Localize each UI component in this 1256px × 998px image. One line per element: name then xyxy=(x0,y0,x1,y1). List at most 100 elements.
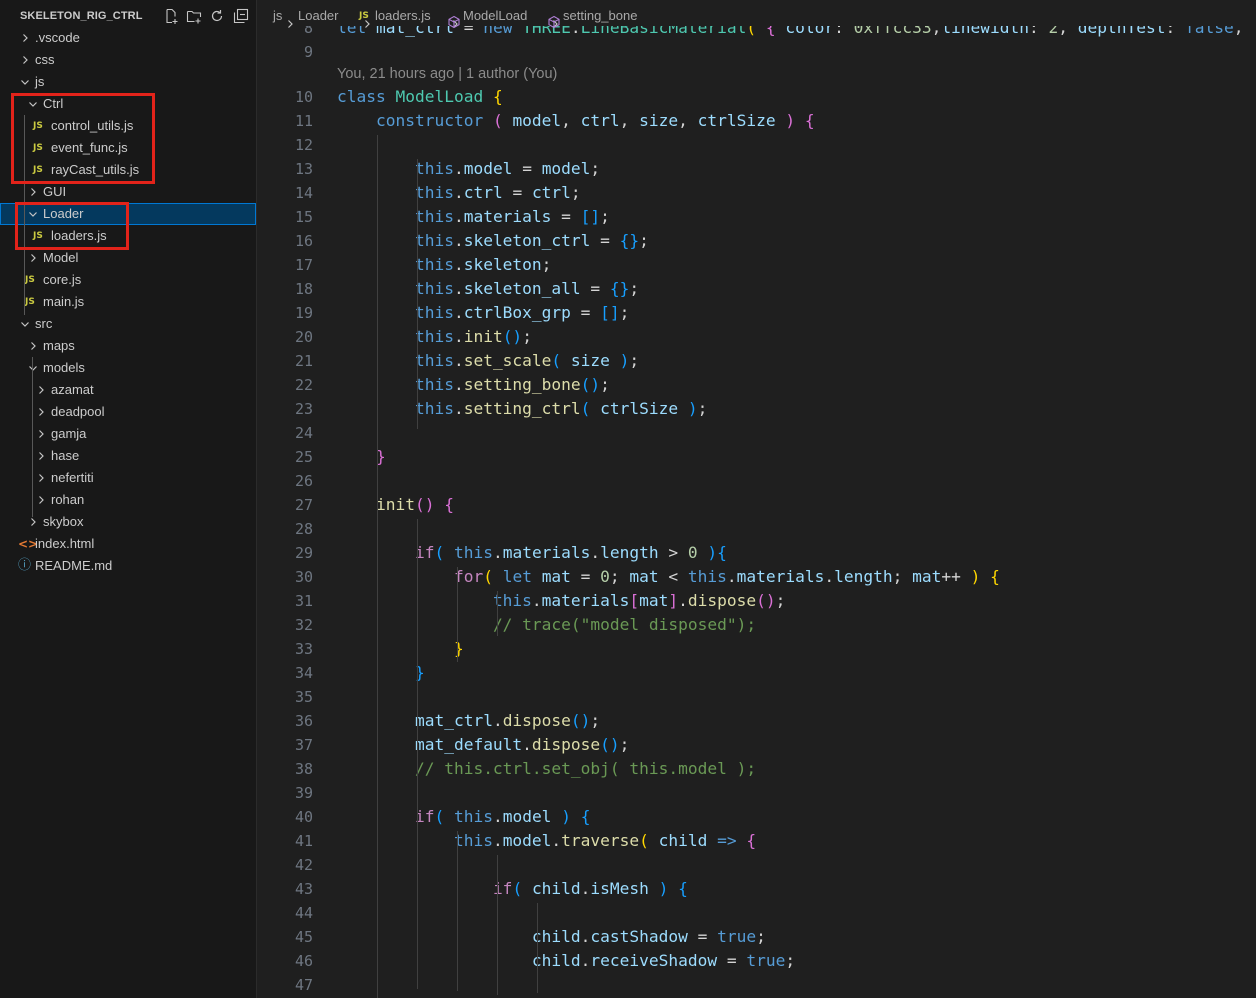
tree-item-skybox[interactable]: skybox xyxy=(0,511,256,533)
code-line[interactable]: mat_default.dispose(); xyxy=(337,735,629,754)
code-line[interactable]: if( this.materials.length > 0 ){ xyxy=(337,543,727,562)
code-line[interactable]: } xyxy=(337,639,464,658)
code-line[interactable]: this.skeleton; xyxy=(337,255,551,274)
tree-item-azamat[interactable]: azamat xyxy=(0,379,256,401)
chevron-right-icon[interactable] xyxy=(18,49,32,71)
line-number: 16 xyxy=(294,232,313,250)
tree-item-src[interactable]: src xyxy=(0,313,256,335)
code-line[interactable]: this.skeleton_ctrl = {}; xyxy=(337,231,649,250)
chevron-right-icon[interactable] xyxy=(34,445,48,467)
chevron-down-icon[interactable] xyxy=(26,357,40,379)
code-line[interactable]: this.model.traverse( child => { xyxy=(337,831,756,850)
code-line[interactable]: // this.ctrl.set_obj( this.model ); xyxy=(337,759,756,778)
tree-item-gui[interactable]: GUI xyxy=(0,181,256,203)
indent-guide xyxy=(497,591,498,636)
tree-item-index-html[interactable]: <> index.html xyxy=(0,533,256,555)
code-line[interactable]: } xyxy=(337,447,386,466)
tree-item-label: rayCast_utils.js xyxy=(51,162,140,177)
tree-item-control-utils-js[interactable]: JS control_utils.js xyxy=(0,115,256,137)
indent-guide xyxy=(497,855,498,995)
tree-item-label: maps xyxy=(43,338,75,353)
chevron-right-icon[interactable] xyxy=(34,379,48,401)
tree-item-label: event_func.js xyxy=(51,140,128,155)
chevron-right-icon[interactable] xyxy=(34,489,48,511)
new-folder-icon[interactable] xyxy=(186,8,202,24)
tree-item-maps[interactable]: maps xyxy=(0,335,256,357)
chevron-right-icon[interactable] xyxy=(26,335,40,357)
chevron-down-icon[interactable] xyxy=(18,313,32,335)
chevron-right-icon[interactable] xyxy=(34,401,48,423)
chevron-right-icon[interactable] xyxy=(26,181,40,203)
code-line[interactable]: if( child.isMesh ) { xyxy=(337,879,688,898)
chevron-right-icon[interactable] xyxy=(34,467,48,489)
indent-guide xyxy=(457,831,458,991)
code-line[interactable]: this.set_scale( size ); xyxy=(337,351,639,370)
tree-item-hase[interactable]: hase xyxy=(0,445,256,467)
indent-guide xyxy=(457,567,458,662)
tree-item-ctrl[interactable]: Ctrl xyxy=(0,93,256,115)
code-line[interactable]: this.init(); xyxy=(337,327,532,346)
code-line[interactable]: child.castShadow = true; xyxy=(337,927,766,946)
breadcrumb-item[interactable]: loaders.js xyxy=(375,0,431,32)
tree-item-readme-md[interactable]: ⓘ README.md xyxy=(0,555,256,577)
code-line[interactable]: class ModelLoad { xyxy=(337,87,503,106)
breadcrumb-item[interactable]: js xyxy=(273,0,282,32)
tree-item-css[interactable]: css xyxy=(0,49,256,71)
tree-item-loader[interactable]: Loader xyxy=(0,203,256,225)
tree-item-deadpool[interactable]: deadpool xyxy=(0,401,256,423)
breadcrumb-item[interactable]: ModelLoad xyxy=(463,0,527,32)
tree-item-gamja[interactable]: gamja xyxy=(0,423,256,445)
code-line[interactable]: constructor ( model, ctrl, size, ctrlSiz… xyxy=(337,111,815,130)
code-line[interactable]: if( this.model ) { xyxy=(337,807,590,826)
code-line[interactable]: this.setting_ctrl( ctrlSize ); xyxy=(337,399,707,418)
line-number: 26 xyxy=(294,472,313,490)
tree-item-js[interactable]: js xyxy=(0,71,256,93)
code-line[interactable]: this.skeleton_all = {}; xyxy=(337,279,639,298)
tree-item-core-js[interactable]: JS core.js xyxy=(0,269,256,291)
chevron-right-icon[interactable] xyxy=(26,247,40,269)
javascript-file-icon: JS xyxy=(33,143,43,153)
line-number: 13 xyxy=(294,160,313,178)
breadcrumb-item[interactable]: setting_bone xyxy=(563,0,637,32)
code-line[interactable]: for( let mat = 0; mat < this.materials.l… xyxy=(337,567,1000,586)
new-file-icon[interactable] xyxy=(163,8,179,24)
line-number: 31 xyxy=(294,592,313,610)
tree-item-label: skybox xyxy=(43,514,84,529)
chevron-right-icon[interactable] xyxy=(26,511,40,533)
tree-item-models[interactable]: models xyxy=(0,357,256,379)
code-line[interactable]: child.receiveShadow = true; xyxy=(337,951,795,970)
tree-item--vscode[interactable]: .vscode xyxy=(0,27,256,49)
code-line[interactable]: // trace("model disposed"); xyxy=(337,615,756,634)
code-line[interactable]: } xyxy=(337,663,425,682)
code-line[interactable]: init() { xyxy=(337,495,454,514)
chevron-down-icon[interactable] xyxy=(26,93,40,115)
tree-item-rohan[interactable]: rohan xyxy=(0,489,256,511)
tree-item-label: azamat xyxy=(51,382,94,397)
code-area[interactable]: You, 21 hours ago | 1 author (You) 8 let m… xyxy=(257,0,1256,998)
tree-item-model[interactable]: Model xyxy=(0,247,256,269)
line-number: 34 xyxy=(294,664,313,682)
code-line[interactable]: this.ctrlBox_grp = []; xyxy=(337,303,629,322)
tree-item-loaders-js[interactable]: JS loaders.js xyxy=(0,225,256,247)
code-editor[interactable]: You, 21 hours ago | 1 author (You) 8 let m… xyxy=(257,0,1256,998)
chevron-right-icon[interactable] xyxy=(18,27,32,49)
breadcrumb-item[interactable]: Loader xyxy=(298,0,338,32)
git-blame-annotation[interactable]: You, 21 hours ago | 1 author (You) xyxy=(337,66,557,82)
chevron-down-icon[interactable] xyxy=(18,71,32,93)
tree-item-raycast-utils-js[interactable]: JS rayCast_utils.js xyxy=(0,159,256,181)
code-line[interactable]: this.ctrl = ctrl; xyxy=(337,183,581,202)
tree-item-nefertiti[interactable]: nefertiti xyxy=(0,467,256,489)
javascript-file-icon: JS xyxy=(25,275,35,285)
tree-item-label: css xyxy=(35,52,55,67)
tree-item-label: js xyxy=(35,74,45,89)
tree-item-event-func-js[interactable]: JS event_func.js xyxy=(0,137,256,159)
collapse-all-icon[interactable] xyxy=(233,8,249,24)
code-line[interactable]: this.materials[mat].dispose(); xyxy=(337,591,785,610)
chevron-down-icon[interactable] xyxy=(26,203,40,225)
chevron-right-icon[interactable] xyxy=(34,423,48,445)
line-number: 39 xyxy=(294,784,313,802)
indent-guide xyxy=(377,135,378,998)
line-number: 15 xyxy=(294,208,313,226)
refresh-icon[interactable] xyxy=(209,8,225,24)
tree-item-main-js[interactable]: JS main.js xyxy=(0,291,256,313)
